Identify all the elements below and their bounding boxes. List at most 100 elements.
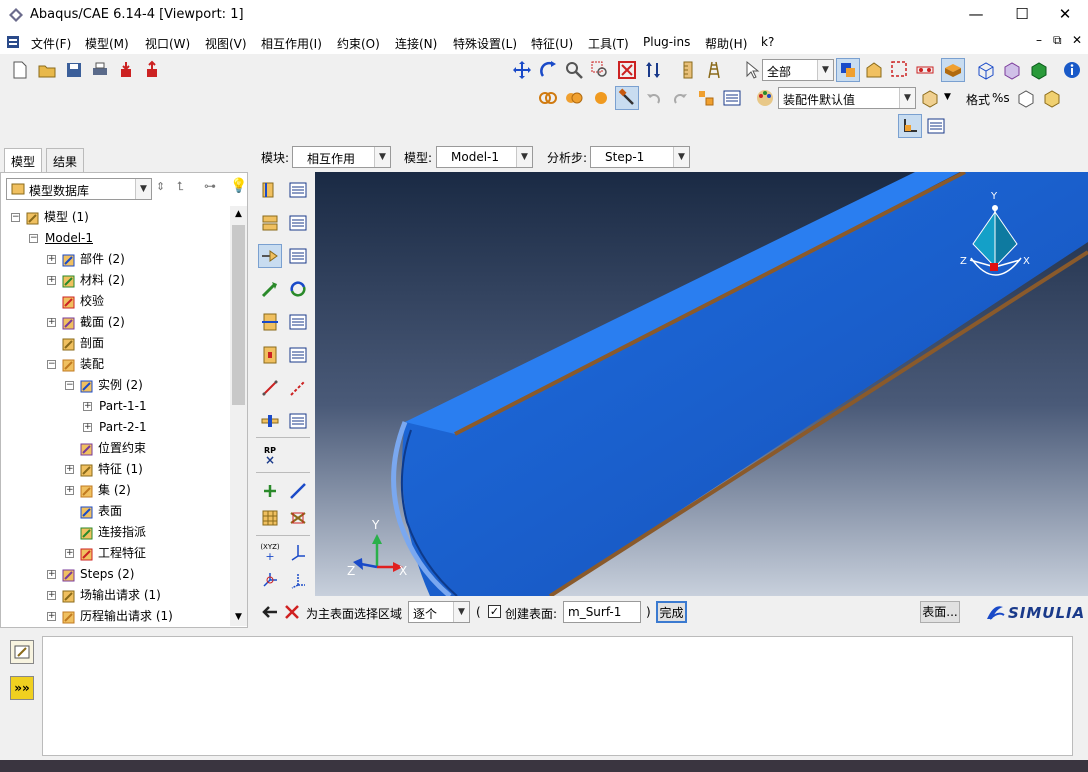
view-cube-icon[interactable] bbox=[918, 86, 942, 110]
create-surface-checkbox[interactable]: ✓ bbox=[488, 605, 501, 618]
shaded-icon[interactable] bbox=[1027, 58, 1051, 82]
scroll-up-icon[interactable]: ▲ bbox=[230, 206, 247, 223]
connector-section-manager-icon[interactable] bbox=[286, 310, 310, 334]
expand-icon[interactable]: + bbox=[83, 402, 92, 411]
cycle-views-icon[interactable] bbox=[641, 58, 665, 82]
instance-manager-icon[interactable] bbox=[694, 86, 718, 110]
chevron-down-icon[interactable]: ▼ bbox=[516, 147, 532, 167]
mdi-close-button[interactable]: ✕ bbox=[1072, 33, 1082, 47]
mdi-restore-button[interactable]: ⧉ bbox=[1053, 33, 1062, 48]
done-button[interactable]: 完成 bbox=[656, 601, 687, 623]
expand-icon[interactable]: + bbox=[65, 486, 74, 495]
constraint-manager-icon[interactable] bbox=[286, 244, 310, 268]
chevron-down-icon[interactable]: ▼ bbox=[944, 92, 951, 102]
expand-icon[interactable]: + bbox=[47, 276, 56, 285]
interaction-manager-icon[interactable] bbox=[286, 178, 310, 202]
chevron-down-icon[interactable]: ▼ bbox=[673, 147, 689, 167]
new-file-icon[interactable] bbox=[8, 58, 32, 82]
solid-cube-icon[interactable] bbox=[1040, 86, 1064, 110]
import-icon[interactable] bbox=[114, 58, 138, 82]
tab-results[interactable]: 结果 bbox=[46, 148, 85, 172]
expand-icon[interactable]: + bbox=[65, 465, 74, 474]
ladder-icon[interactable] bbox=[702, 58, 726, 82]
scroll-thumb[interactable] bbox=[232, 225, 245, 405]
property-manager-icon[interactable] bbox=[286, 211, 310, 235]
surface-name-input[interactable] bbox=[563, 601, 641, 623]
expand-icon[interactable]: + bbox=[47, 612, 56, 621]
tab-model[interactable]: 模型 bbox=[4, 148, 43, 172]
chevron-down-icon[interactable]: ▼ bbox=[374, 147, 390, 167]
message-box[interactable] bbox=[42, 636, 1073, 756]
menu-connector[interactable]: 连接(N) bbox=[395, 35, 437, 52]
hammer-icon[interactable] bbox=[615, 86, 639, 110]
chevron-down-icon[interactable]: ▼ bbox=[899, 88, 915, 108]
selection-mode-select[interactable]: 逐个 ▼ bbox=[408, 601, 470, 623]
collapse-icon[interactable]: − bbox=[11, 213, 20, 222]
chevron-down-icon[interactable]: ▼ bbox=[453, 602, 469, 622]
up-folder-icon[interactable]: ⮤ bbox=[177, 179, 184, 194]
chevron-down-icon[interactable]: ▼ bbox=[135, 179, 151, 199]
rotate-icon[interactable] bbox=[537, 58, 561, 82]
part-instance-display-icon[interactable] bbox=[562, 86, 586, 110]
context-help-button[interactable]: k? bbox=[761, 35, 774, 49]
undo-icon[interactable] bbox=[642, 86, 666, 110]
save-icon[interactable] bbox=[62, 58, 86, 82]
box-zoom-icon[interactable] bbox=[588, 58, 612, 82]
message-log-icon[interactable] bbox=[10, 640, 34, 664]
list-manager-icon[interactable] bbox=[720, 86, 744, 110]
fastener-manager-icon[interactable] bbox=[286, 409, 310, 433]
select-on-top-icon[interactable] bbox=[941, 58, 965, 82]
ruler-icon[interactable] bbox=[676, 58, 700, 82]
menu-special[interactable]: 特殊设置(L) bbox=[453, 35, 517, 52]
collapse-icon[interactable]: − bbox=[65, 381, 74, 390]
hidden-line-icon[interactable] bbox=[1000, 58, 1024, 82]
partition-icon[interactable] bbox=[286, 506, 310, 530]
connector-assignment-icon[interactable] bbox=[258, 343, 282, 367]
datum-csys-icon[interactable] bbox=[898, 114, 922, 138]
select-from-interior-icon[interactable] bbox=[836, 58, 860, 82]
menu-model[interactable]: 模型(M) bbox=[85, 35, 129, 52]
datum-axis-icon[interactable] bbox=[286, 479, 310, 503]
redo-icon[interactable] bbox=[668, 86, 692, 110]
wire-feature-icon[interactable] bbox=[258, 376, 282, 400]
drag-select-icon[interactable] bbox=[888, 58, 912, 82]
datum-plane-icon[interactable] bbox=[258, 506, 282, 530]
coupling-icon[interactable] bbox=[286, 277, 310, 301]
sphere-icon[interactable] bbox=[589, 86, 613, 110]
minimize-button[interactable]: — bbox=[953, 0, 999, 30]
menu-file[interactable]: 文件(F) bbox=[31, 35, 71, 52]
select-nodes-icon[interactable] bbox=[913, 58, 937, 82]
datum-manager-icon[interactable] bbox=[924, 114, 948, 138]
tree-scrollbar[interactable]: ▲ ▼ bbox=[230, 206, 247, 626]
collapse-icon[interactable]: − bbox=[47, 360, 56, 369]
mdi-minimize-button[interactable]: – bbox=[1036, 33, 1042, 47]
auto-fit-icon[interactable] bbox=[615, 58, 639, 82]
tree-database-select[interactable]: 模型数据库 ▼ bbox=[6, 178, 152, 200]
selection-filter-select[interactable]: 全部 ▼ bbox=[762, 59, 834, 81]
expand-icon[interactable]: + bbox=[65, 549, 74, 558]
expand-icon[interactable]: + bbox=[47, 255, 56, 264]
maximize-button[interactable]: ☐ bbox=[999, 0, 1045, 30]
kernel-command-icon[interactable]: »» bbox=[10, 676, 34, 700]
open-folder-icon[interactable] bbox=[35, 58, 59, 82]
surface-button[interactable]: 表面... bbox=[920, 601, 960, 623]
datum-point-icon[interactable] bbox=[258, 479, 282, 503]
menu-interaction[interactable]: 相互作用(I) bbox=[261, 35, 322, 52]
select-boundary-icon[interactable] bbox=[862, 58, 886, 82]
create-connector-icon[interactable] bbox=[258, 277, 282, 301]
menu-plugins[interactable]: Plug-ins bbox=[643, 35, 690, 49]
cancel-x-icon[interactable] bbox=[280, 600, 304, 624]
menu-help[interactable]: 帮助(H) bbox=[705, 35, 747, 52]
connector-section-icon[interactable] bbox=[258, 310, 282, 334]
collapse-icon[interactable]: − bbox=[29, 234, 38, 243]
render-style-select[interactable]: 装配件默认值 ▼ bbox=[778, 87, 916, 109]
create-interaction-icon[interactable] bbox=[258, 178, 282, 202]
zoom-icon[interactable] bbox=[562, 58, 586, 82]
menu-view[interactable]: 视图(V) bbox=[205, 35, 247, 52]
filter-tree-icon[interactable]: ⊶ bbox=[204, 179, 216, 193]
lightbulb-icon[interactable]: 💡 bbox=[230, 178, 247, 194]
close-button[interactable]: ✕ bbox=[1042, 0, 1088, 30]
fastener-icon[interactable] bbox=[258, 409, 282, 433]
select-cursor-icon[interactable] bbox=[740, 58, 764, 82]
pan-icon[interactable] bbox=[510, 58, 534, 82]
